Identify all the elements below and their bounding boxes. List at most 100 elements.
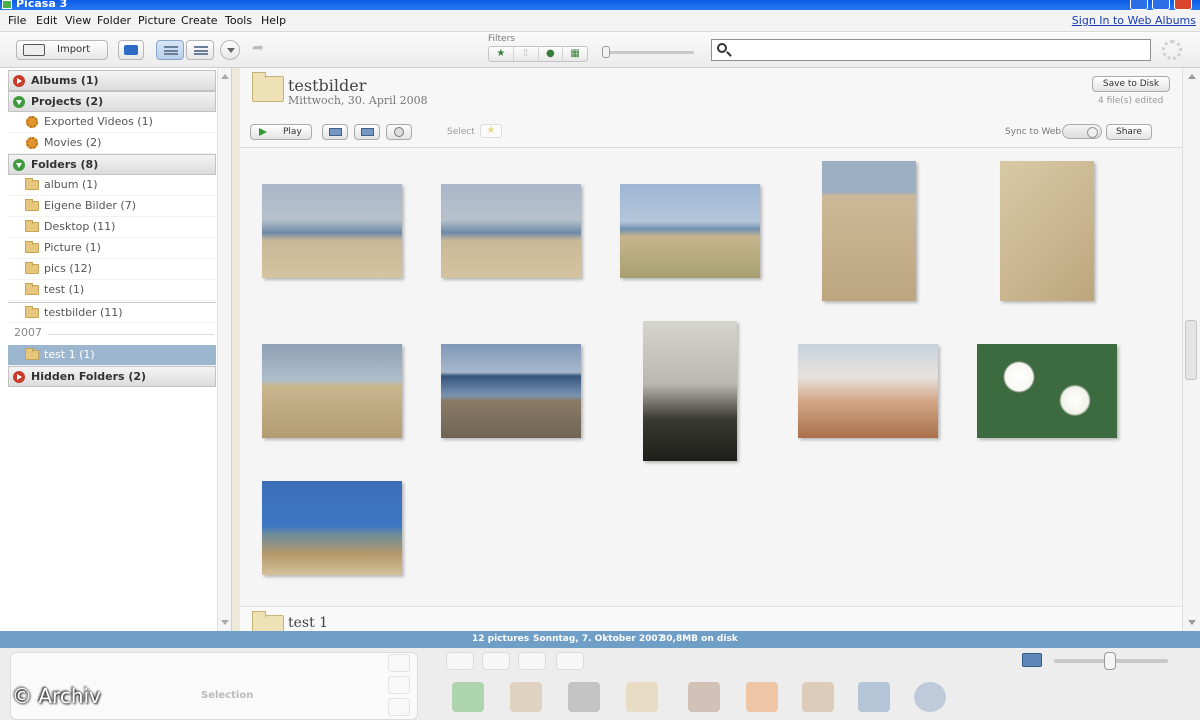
photo-thumbnail[interactable] <box>441 184 581 278</box>
select-star-icon[interactable]: ★ <box>480 124 502 138</box>
search-input[interactable] <box>712 40 1150 60</box>
photo-library-view: testbilder Mittwoch, 30. April 2008 Save… <box>240 68 1182 633</box>
minimize-button[interactable] <box>1130 0 1148 10</box>
tree-item-pics[interactable]: pics (12) <box>8 259 216 280</box>
tree-item-test-1[interactable]: test 1 (1) <box>8 345 216 366</box>
status-bar: 12 pictures Sonntag, 7. Oktober 2007 30,… <box>0 631 1200 648</box>
photo-thumbnail[interactable] <box>262 344 402 438</box>
tree-header-albums[interactable]: Albums (1) <box>8 70 216 91</box>
photo-thumbnail[interactable] <box>262 481 402 575</box>
tree-header-hidden-folders[interactable]: Hidden Folders (2) <box>8 366 216 387</box>
menu-folder[interactable]: Folder <box>97 14 131 27</box>
folder-icon <box>25 348 39 360</box>
sync-to-web-toggle[interactable] <box>1062 124 1102 139</box>
tree-item-eigene-bilder[interactable]: Eigene Bilder (7) <box>8 196 216 217</box>
menu-file[interactable]: File <box>8 14 26 27</box>
add-to-album-button[interactable] <box>388 698 410 716</box>
google-earth-icon[interactable] <box>914 682 946 712</box>
sidebar-scrollbar[interactable] <box>217 68 231 631</box>
rotate-left-icon[interactable] <box>482 652 510 670</box>
scroll-up-icon[interactable] <box>221 74 229 79</box>
photo-thumbnail[interactable] <box>977 344 1117 438</box>
photo-thumbnail[interactable] <box>643 321 737 461</box>
tree-item-desktop[interactable]: Desktop (11) <box>8 217 216 238</box>
close-button[interactable] <box>1174 0 1192 10</box>
tree-item-movies[interactable]: Movies (2) <box>8 133 216 154</box>
folder-icon <box>252 72 284 102</box>
uploaded-filter-icon[interactable]: ⇧ <box>514 47 539 61</box>
print-icon[interactable] <box>568 682 600 712</box>
scroll-down-icon[interactable] <box>221 620 229 625</box>
tree-item-test[interactable]: test (1) <box>8 280 216 301</box>
movie-button[interactable] <box>354 124 380 140</box>
photo-thumbnail[interactable] <box>441 344 581 438</box>
thumbnail-size-slider-knob[interactable] <box>1104 652 1116 670</box>
view-options-dropdown[interactable] <box>220 40 240 60</box>
rotate-right-icon[interactable] <box>518 652 546 670</box>
menu-help[interactable]: Help <box>261 14 286 27</box>
star-icon[interactable] <box>446 652 474 670</box>
upload-icon[interactable] <box>452 682 484 712</box>
next-folder-title: test 1 <box>288 615 329 631</box>
folder-tree-panel: Albums (1) Projects (2) Exported Videos … <box>0 68 232 631</box>
tree-item-label: Movies (2) <box>44 136 102 149</box>
scroll-down-icon[interactable] <box>1188 620 1196 625</box>
photo-thumbnail[interactable] <box>262 184 402 278</box>
content-scrollbar[interactable] <box>1182 68 1200 631</box>
new-album-button[interactable] <box>118 40 144 60</box>
photo-thumbnail[interactable] <box>620 184 760 278</box>
view-list-button[interactable] <box>186 40 214 60</box>
tree-item-testbilder[interactable]: testbilder (11) <box>8 302 216 323</box>
starred-filter-icon[interactable]: ★ <box>489 47 514 61</box>
collapse-icon[interactable] <box>13 159 25 171</box>
view-thumbnails-button[interactable] <box>156 40 184 60</box>
export-icon[interactable] <box>626 682 658 712</box>
shop-icon[interactable] <box>688 682 720 712</box>
hold-selection-button[interactable] <box>388 654 410 672</box>
scrollbar-thumb[interactable] <box>1185 320 1197 380</box>
thumbnail-view-icon <box>164 46 178 55</box>
tree-item-picture[interactable]: Picture (1) <box>8 238 216 259</box>
people-filter-icon[interactable]: ● <box>539 47 564 61</box>
tree-item-label: Picture (1) <box>44 241 101 254</box>
geotag-button[interactable] <box>386 124 412 140</box>
collage-icon[interactable] <box>802 682 834 712</box>
tag-icon[interactable] <box>556 652 584 670</box>
back-arrow-icon[interactable]: ➦ <box>252 40 282 60</box>
collage-button[interactable] <box>322 124 348 140</box>
share-button[interactable]: Share <box>1106 124 1152 140</box>
menu-create[interactable]: Create <box>181 14 218 27</box>
menu-edit[interactable]: Edit <box>36 14 57 27</box>
search-box <box>711 39 1151 61</box>
import-button[interactable]: Import <box>16 40 108 60</box>
chevron-down-icon <box>227 48 235 53</box>
filter-slider-knob[interactable] <box>602 46 610 58</box>
menu-view[interactable]: View <box>65 14 91 27</box>
photo-thumbnail[interactable] <box>822 161 916 301</box>
clear-selection-button[interactable] <box>388 676 410 694</box>
photo-thumbnail[interactable] <box>798 344 938 438</box>
collapse-icon[interactable] <box>13 96 25 108</box>
expand-icon[interactable] <box>13 371 25 383</box>
email-icon[interactable] <box>510 682 542 712</box>
expand-icon[interactable] <box>13 75 25 87</box>
movie-filter-icon[interactable]: ▦ <box>563 47 587 61</box>
scroll-up-icon[interactable] <box>1188 74 1196 79</box>
hidden-folders-label: Hidden Folders (2) <box>31 370 147 383</box>
tree-item-album[interactable]: album (1) <box>8 175 216 196</box>
year-divider <box>48 334 214 335</box>
save-to-disk-button[interactable]: Save to Disk <box>1092 76 1170 92</box>
tree-header-folders[interactable]: Folders (8) <box>8 154 216 175</box>
photo-thumbnail[interactable] <box>1000 161 1094 301</box>
tree-item-exported-videos[interactable]: Exported Videos (1) <box>8 112 216 133</box>
maximize-button[interactable] <box>1152 0 1170 10</box>
tree-header-projects[interactable]: Projects (2) <box>8 91 216 112</box>
movie-icon[interactable] <box>858 682 890 712</box>
sign-in-web-albums-link[interactable]: Sign In to Web Albums <box>1072 14 1196 27</box>
blog-icon[interactable] <box>746 682 778 712</box>
menu-bar: File Edit View Folder Picture Create Too… <box>0 10 1200 32</box>
menu-tools[interactable]: Tools <box>225 14 252 27</box>
add-album-icon <box>124 45 138 55</box>
play-slideshow-button[interactable]: Play <box>250 124 312 140</box>
menu-picture[interactable]: Picture <box>138 14 176 27</box>
